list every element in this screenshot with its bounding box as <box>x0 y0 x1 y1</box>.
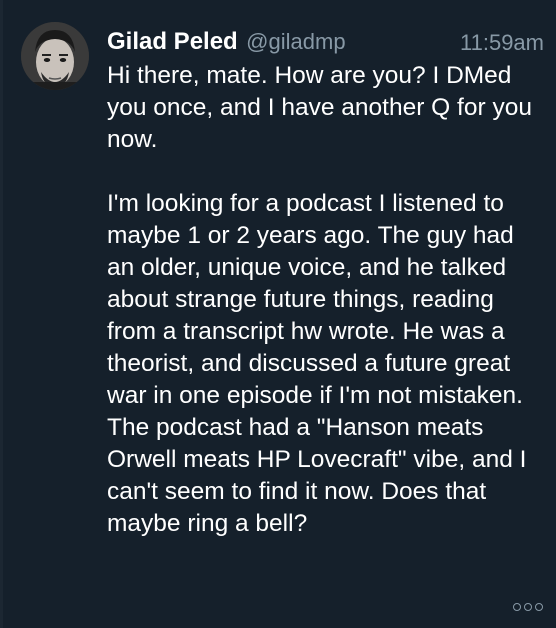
more-dot <box>524 603 532 611</box>
tweet-timestamp[interactable]: 11:59am <box>460 30 544 56</box>
avatar[interactable] <box>21 22 89 90</box>
tweet-card: Gilad Peled @giladmp 11:59am Hi there, m… <box>0 0 556 628</box>
tweet-text: Hi there, mate. How are you? I DMed you … <box>107 62 532 537</box>
more-dot <box>513 603 521 611</box>
more-dot <box>535 603 543 611</box>
author-display-name[interactable]: Gilad Peled <box>107 28 238 55</box>
author-handle[interactable]: @giladmp <box>246 29 345 54</box>
tweet-header: Gilad Peled @giladmp 11:59am <box>107 28 544 62</box>
avatar-photo-icon <box>21 22 89 90</box>
more-options-icon[interactable] <box>513 600 543 614</box>
thread-divider <box>0 0 3 628</box>
